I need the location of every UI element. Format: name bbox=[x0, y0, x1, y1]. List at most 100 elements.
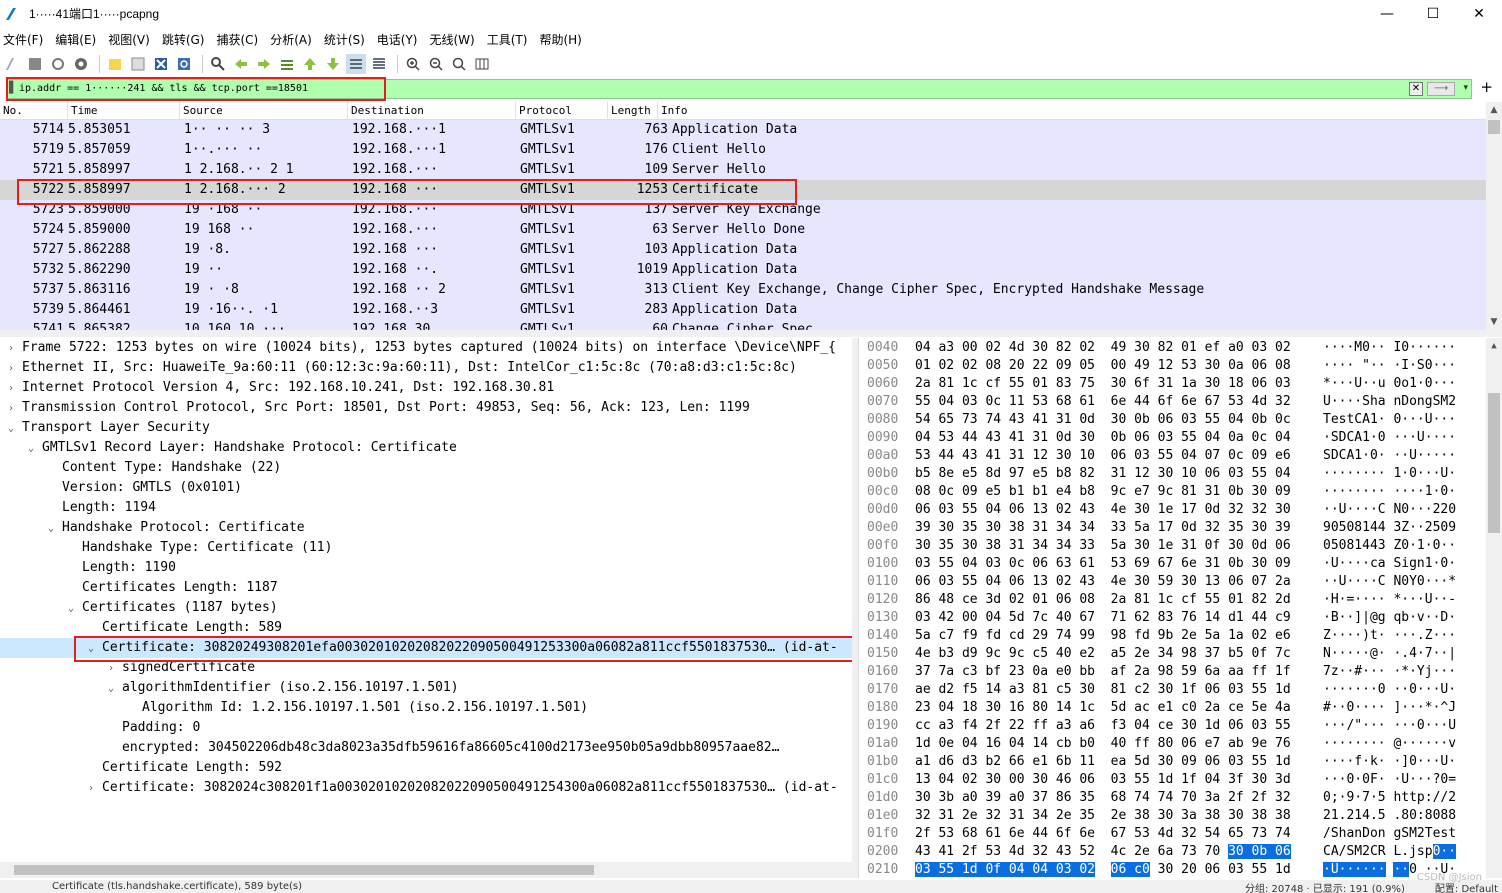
hex-bytes[interactable]: 4e b3 d9 9c 9c c5 40 e2 a5 2e 34 98 37 b… bbox=[915, 645, 1291, 663]
hex-row[interactable]: 0130 03 42 00 04 5d 7c 40 67 71 62 83 76 … bbox=[859, 609, 1502, 627]
detail-tree-item[interactable]: encrypted: 304502206db48c3da8023a35dfb59… bbox=[0, 738, 852, 758]
hex-bytes[interactable]: 2f 53 68 61 6e 44 6f 6e 67 53 4d 32 54 6… bbox=[915, 825, 1291, 843]
detail-tree-item[interactable]: ⌄ Transport Layer Security bbox=[0, 418, 852, 438]
hex-ascii[interactable]: ···0·0F· ·U···?0= bbox=[1323, 771, 1456, 789]
hex-bytes[interactable]: 06 03 55 04 06 13 02 43 4e 30 59 30 13 0… bbox=[915, 573, 1291, 591]
hex-bytes[interactable]: 01 02 02 08 20 22 09 05 00 49 12 53 30 0… bbox=[915, 357, 1291, 375]
maximize-button[interactable]: ☐ bbox=[1410, 0, 1456, 27]
col-destination[interactable]: Destination bbox=[348, 102, 516, 119]
expand-arrow-icon[interactable]: › bbox=[4, 359, 18, 378]
detail-tree-item[interactable]: Certificate Length: 592 bbox=[0, 758, 852, 778]
hex-ascii[interactable]: ····f·k· ·]0···U· bbox=[1323, 753, 1456, 771]
hex-ascii[interactable]: CA/SM2CR L.jsp0·· bbox=[1323, 843, 1457, 861]
detail-tree-item[interactable]: Padding: 0 bbox=[0, 718, 852, 738]
hex-row[interactable]: 00e0 39 30 35 30 38 31 34 34 33 5a 17 0d … bbox=[859, 519, 1502, 537]
scroll-thumb[interactable] bbox=[1488, 120, 1500, 134]
hex-row[interactable]: 0170 ae d2 f5 14 a3 81 c5 30 81 c2 30 1f … bbox=[859, 681, 1502, 699]
hex-ascii[interactable]: ········ @······v bbox=[1323, 735, 1456, 753]
hex-row[interactable]: 01c0 13 04 02 30 00 30 46 06 03 55 1d 1f … bbox=[859, 771, 1502, 789]
menu-view[interactable]: 视图(V) bbox=[105, 31, 159, 48]
hex-bytes[interactable]: 53 44 43 41 31 12 30 10 06 03 55 04 07 0… bbox=[915, 447, 1291, 465]
hex-row[interactable]: 01f0 2f 53 68 61 6e 44 6f 6e 67 53 4d 32 … bbox=[859, 825, 1502, 843]
hex-ascii[interactable]: ····M0·· I0······ bbox=[1323, 339, 1456, 357]
hex-ascii[interactable]: 0;·9·7·5 http://2 bbox=[1323, 789, 1456, 807]
hex-ascii[interactable]: ·······0 ··0···U· bbox=[1323, 681, 1456, 699]
hex-ascii[interactable]: ········ 1·0···U· bbox=[1323, 465, 1456, 483]
bytes-scrollbar[interactable]: ▲ bbox=[1486, 338, 1502, 878]
hex-ascii[interactable]: N·····@· ·.4·7··| bbox=[1323, 645, 1456, 663]
col-no[interactable]: No. bbox=[0, 102, 68, 119]
hex-ascii[interactable]: Z····)t· ···.Z··· bbox=[1323, 627, 1456, 645]
details-horizontal-scrollbar[interactable] bbox=[0, 862, 852, 878]
hex-row[interactable]: 0120 86 48 ce 3d 02 01 06 08 2a 81 1c cf … bbox=[859, 591, 1502, 609]
packet-row[interactable]: 5739 5.864461 19 ·16··. ·1 192.168.··3 GMTLS… bbox=[0, 300, 1502, 320]
hex-bytes[interactable]: 23 04 18 30 16 80 14 1c 5d ac e1 c0 2a c… bbox=[915, 699, 1291, 717]
detail-tree-item[interactable]: ⌄ GMTLSv1 Record Layer: Handshake Protoco… bbox=[0, 438, 852, 458]
hex-row[interactable]: 0090 04 53 44 43 41 31 0d 30 0b 06 03 55 … bbox=[859, 429, 1502, 447]
go-forward-icon[interactable] bbox=[254, 54, 274, 74]
hex-bytes[interactable]: a1 d6 d3 b2 66 e1 6b 11 ea 5d 30 09 06 0… bbox=[915, 753, 1291, 771]
close-file-icon[interactable] bbox=[151, 54, 171, 74]
packet-row[interactable]: 5727 5.862288 19 ·8. 192.168 ··· GMTLSv1 103 A… bbox=[0, 240, 1502, 260]
hex-bytes[interactable]: 03 55 04 03 0c 06 63 61 53 69 67 6e 31 0… bbox=[915, 555, 1291, 573]
hex-row[interactable]: 01a0 1d 0e 04 16 04 14 cb b0 40 ff 80 06 … bbox=[859, 735, 1502, 753]
expand-arrow-icon[interactable]: ⌄ bbox=[64, 599, 78, 618]
hex-ascii[interactable]: TestCA1· 0···U··· bbox=[1323, 411, 1456, 429]
autoscroll-icon[interactable] bbox=[346, 54, 366, 74]
hex-row[interactable]: 0210 03 55 1d 0f 04 04 03 02 06 c0 30 20 … bbox=[859, 861, 1502, 878]
zoom-out-icon[interactable] bbox=[426, 54, 446, 74]
go-to-packet-icon[interactable] bbox=[277, 54, 297, 74]
menu-go[interactable]: 跳转(G) bbox=[159, 31, 214, 48]
menu-edit[interactable]: 编辑(E) bbox=[52, 31, 105, 48]
save-file-icon[interactable] bbox=[128, 54, 148, 74]
hex-bytes[interactable]: cc a3 f4 2f 22 ff a3 a6 f3 04 ce 30 1d 0… bbox=[915, 717, 1291, 735]
hex-row[interactable]: 0050 01 02 02 08 20 22 09 05 00 49 12 53 … bbox=[859, 357, 1502, 375]
hex-bytes[interactable]: 43 41 2f 53 4d 32 43 52 4c 2e 6a 73 70 3… bbox=[915, 843, 1291, 861]
hex-ascii[interactable]: ··U····C N0Y0···* bbox=[1323, 573, 1456, 591]
hex-row[interactable]: 01e0 32 31 2e 32 31 34 2e 35 2e 38 30 3a … bbox=[859, 807, 1502, 825]
hex-bytes[interactable]: 04 a3 00 02 4d 30 82 02 49 30 82 01 ef a… bbox=[915, 339, 1291, 357]
hex-bytes[interactable]: 03 55 1d 0f 04 04 03 02 06 c0 30 20 06 0… bbox=[915, 861, 1291, 878]
detail-tree-item[interactable]: Version: GMTLS (0x0101) bbox=[0, 478, 852, 498]
detail-tree-item[interactable]: ⌄ algorithmIdentifier (iso.2.156.10197.1.… bbox=[0, 678, 852, 698]
start-capture-icon[interactable] bbox=[2, 54, 22, 74]
hex-ascii[interactable]: ···· "·· ·I·S0··· bbox=[1323, 357, 1456, 375]
hex-bytes[interactable]: 5a c7 f9 fd cd 29 74 99 98 fd 9b 2e 5a 1… bbox=[915, 627, 1291, 645]
hex-bytes[interactable]: 2a 81 1c cf 55 01 83 75 30 6f 31 1a 30 1… bbox=[915, 375, 1291, 393]
detail-tree-item[interactable]: ⌄ Certificates (1187 bytes) bbox=[0, 598, 852, 618]
hex-ascii[interactable]: 90508144 3Z··2509 bbox=[1323, 519, 1456, 537]
hex-ascii[interactable]: ·SDCA1·0 ···U···· bbox=[1323, 429, 1456, 447]
detail-tree-item[interactable]: Algorithm Id: 1.2.156.10197.1.501 (iso.2… bbox=[0, 698, 852, 718]
menu-help[interactable]: 帮助(H) bbox=[536, 31, 590, 48]
hex-ascii[interactable]: ···/"··· ···0···U bbox=[1323, 717, 1456, 735]
hex-ascii[interactable]: ·U····ca Sign1·0· bbox=[1323, 555, 1456, 573]
go-back-icon[interactable] bbox=[231, 54, 251, 74]
packet-row[interactable]: 5721 5.858997 1 2.168.·· 2 1 192.168.··· GMT… bbox=[0, 160, 1502, 180]
hex-ascii[interactable]: #··0···· ]···*·^J bbox=[1323, 699, 1456, 717]
packet-row[interactable]: 5724 5.859000 19 168 ·· 192.168.··· GMTLSv1 6… bbox=[0, 220, 1502, 240]
hex-bytes[interactable]: 04 53 44 43 41 31 0d 30 0b 06 03 55 04 0… bbox=[915, 429, 1291, 447]
hex-row[interactable]: 00f0 30 35 30 38 31 34 34 33 5a 30 1e 31 … bbox=[859, 537, 1502, 555]
apply-filter-icon[interactable]: ⟶ bbox=[1427, 82, 1455, 96]
expand-arrow-icon[interactable]: ⌄ bbox=[4, 419, 18, 438]
expand-arrow-icon[interactable]: › bbox=[4, 339, 18, 358]
detail-tree-item[interactable]: Certificates Length: 1187 bbox=[0, 578, 852, 598]
hex-ascii[interactable]: ·B··]|@g qb·v··D· bbox=[1323, 609, 1456, 627]
reload-file-icon[interactable] bbox=[174, 54, 194, 74]
hex-row[interactable]: 01d0 30 3b a0 39 a0 37 86 35 68 74 74 70 … bbox=[859, 789, 1502, 807]
menu-analyze[interactable]: 分析(A) bbox=[267, 31, 321, 48]
scroll-thumb[interactable] bbox=[1488, 393, 1500, 533]
hex-bytes[interactable]: 06 03 55 04 06 13 02 43 4e 30 1e 17 0d 3… bbox=[915, 501, 1291, 519]
hex-ascii[interactable]: U····Sha nDongSM2 bbox=[1323, 393, 1456, 411]
hex-row[interactable]: 0180 23 04 18 30 16 80 14 1c 5d ac e1 c0 … bbox=[859, 699, 1502, 717]
hex-bytes[interactable]: 30 35 30 38 31 34 34 33 5a 30 1e 31 0f 3… bbox=[915, 537, 1291, 555]
hex-row[interactable]: 0140 5a c7 f9 fd cd 29 74 99 98 fd 9b 2e … bbox=[859, 627, 1502, 645]
hex-row[interactable]: 0160 37 7a c3 bf 23 0a e0 bb af 2a 98 59 … bbox=[859, 663, 1502, 681]
minimize-button[interactable]: — bbox=[1364, 0, 1410, 27]
hex-row[interactable]: 0190 cc a3 f4 2f 22 ff a3 a6 f3 04 ce 30 … bbox=[859, 717, 1502, 735]
hex-bytes[interactable]: 32 31 2e 32 31 34 2e 35 2e 38 30 3a 38 3… bbox=[915, 807, 1291, 825]
packet-row[interactable]: 5732 5.862290 19 ·· 192.168 ··. GMTLSv1 1019 A… bbox=[0, 260, 1502, 280]
detail-tree-item[interactable]: ⌄ Handshake Protocol: Certificate bbox=[0, 518, 852, 538]
hex-row[interactable]: 00c0 08 0c 09 e5 b1 b1 e4 b8 9c e7 9c 81 … bbox=[859, 483, 1502, 501]
hex-bytes[interactable]: 86 48 ce 3d 02 01 06 08 2a 81 1c cf 55 0… bbox=[915, 591, 1291, 609]
